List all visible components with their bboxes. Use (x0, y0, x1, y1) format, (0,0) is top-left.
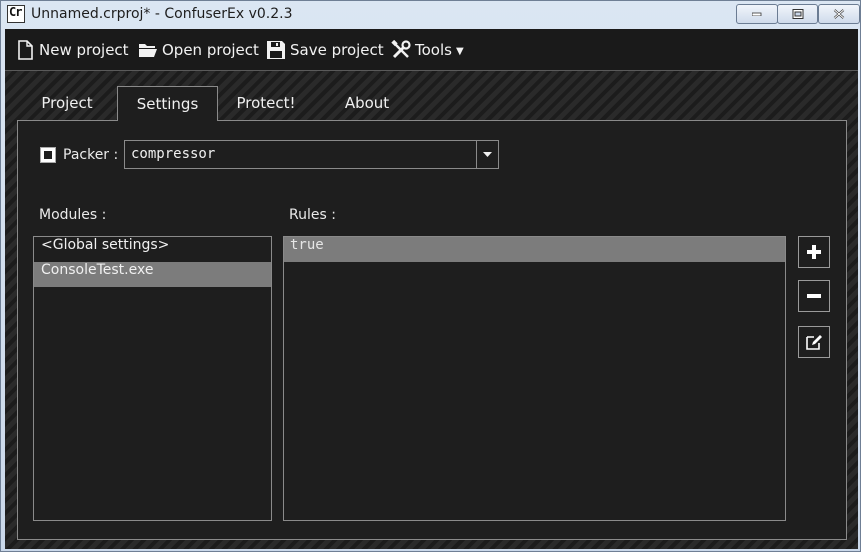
save-project-button[interactable]: Save project (266, 38, 384, 62)
new-project-label: New project (39, 41, 129, 59)
rules-list[interactable]: true (283, 236, 786, 521)
packer-dropdown[interactable]: compressor (124, 140, 499, 169)
minimize-icon (752, 12, 762, 16)
app-icon: Cr (7, 5, 25, 23)
edit-icon (806, 335, 822, 350)
dropdown-toggle[interactable] (476, 141, 498, 168)
checkbox-mark (44, 151, 52, 159)
settings-panel: Packer : compressor Modules : Rules : <G… (17, 120, 847, 540)
tab-settings[interactable]: Settings (117, 86, 218, 121)
open-project-button[interactable]: Open project (138, 38, 259, 62)
open-project-label: Open project (162, 41, 259, 59)
tab-about[interactable]: About (335, 86, 399, 120)
minus-icon (807, 294, 821, 298)
module-item-global-settings[interactable]: <Global settings> (34, 237, 271, 262)
plus-icon (807, 245, 821, 259)
tools-label: Tools (415, 41, 452, 59)
maximize-button[interactable] (777, 4, 818, 24)
restore-icon (792, 9, 803, 19)
add-rule-button[interactable] (798, 236, 830, 268)
window-title: Unnamed.crproj* - ConfuserEx v0.2.3 (31, 6, 293, 22)
packer-dropdown-value: compressor (131, 146, 216, 162)
app-window: Cr Unnamed.crproj* - ConfuserEx v0.2.3 N… (0, 0, 861, 552)
tools-menu-button[interactable]: Tools ▼ (391, 38, 464, 62)
rules-label: Rules : (289, 207, 336, 223)
chevron-down-icon (483, 152, 492, 157)
module-item-consoletest[interactable]: ConsoleTest.exe (34, 262, 271, 287)
tab-protect[interactable]: Protect! (230, 86, 302, 120)
client-area: New project Open project Save project To… (5, 29, 858, 549)
save-project-label: Save project (290, 41, 384, 59)
title-bar: Cr Unnamed.crproj* - ConfuserEx v0.2.3 (1, 1, 860, 29)
packer-checkbox[interactable] (40, 147, 56, 163)
new-file-icon (18, 40, 33, 60)
close-button[interactable] (818, 4, 860, 24)
edit-rule-button[interactable] (798, 326, 830, 358)
modules-label: Modules : (39, 207, 107, 223)
folder-open-icon (139, 44, 157, 57)
remove-rule-button[interactable] (798, 280, 830, 312)
chevron-down-icon: ▼ (455, 46, 464, 57)
main-area: Project Settings Protect! About Packer :… (5, 71, 858, 549)
packer-label: Packer : (63, 147, 119, 163)
rule-item[interactable]: true (284, 237, 785, 262)
close-icon (833, 9, 845, 19)
minimize-button[interactable] (736, 4, 778, 24)
toolbar: New project Open project Save project To… (5, 29, 858, 71)
tools-icon (391, 40, 411, 59)
modules-list[interactable]: <Global settings> ConsoleTest.exe (33, 236, 272, 521)
tab-project[interactable]: Project (31, 86, 103, 120)
new-project-button[interactable]: New project (15, 38, 129, 62)
save-disk-icon (267, 41, 285, 59)
